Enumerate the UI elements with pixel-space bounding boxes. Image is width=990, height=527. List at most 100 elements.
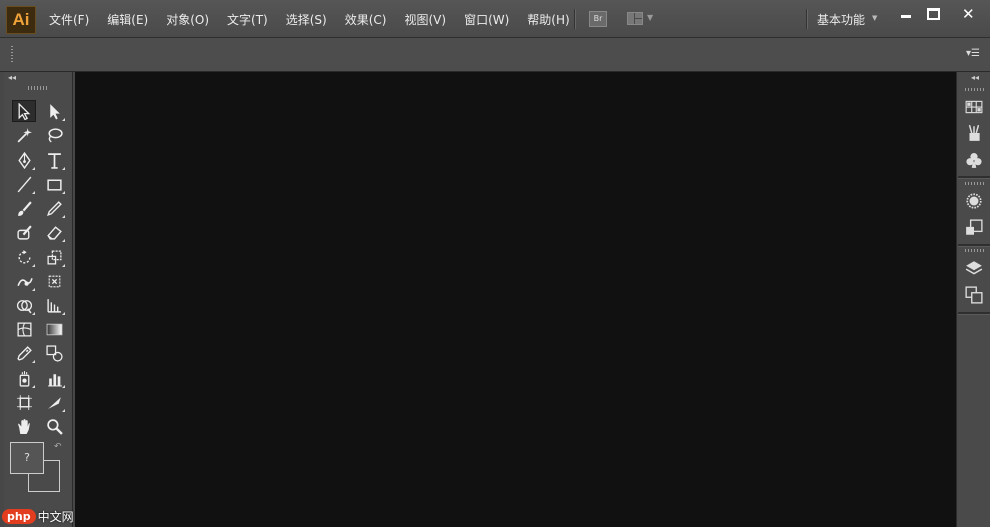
close-button[interactable]: ✕ — [948, 4, 988, 23]
warp-tool[interactable] — [12, 270, 36, 292]
panel-grip[interactable] — [965, 249, 985, 252]
eraser-tool[interactable] — [42, 221, 66, 243]
symbol-sprayer-tool[interactable] — [12, 367, 36, 389]
site-watermark: php 中文网 — [2, 506, 74, 526]
menu-window[interactable]: 窗口(W) — [455, 11, 518, 28]
slice-knife-icon — [47, 396, 61, 409]
stroke-panel-button[interactable] — [963, 190, 985, 212]
tools-panel: ◂◂ ? ↶ — [4, 72, 73, 527]
perspective-grid-tool[interactable] — [42, 294, 66, 316]
close-icon: ✕ — [962, 5, 975, 23]
right-panel-dock: ◂◂ — [956, 72, 990, 527]
hand-icon — [17, 418, 30, 434]
rectangle-tool[interactable] — [42, 173, 66, 195]
zoom-tool[interactable] — [42, 415, 66, 437]
appearance-icon — [966, 219, 983, 235]
panel-grip[interactable] — [965, 88, 985, 91]
artboard-tool[interactable] — [12, 391, 36, 413]
artboards-panel-button[interactable] — [963, 284, 985, 306]
magic-wand-icon — [17, 127, 32, 142]
gradient-tool[interactable] — [42, 318, 66, 340]
mesh-icon — [16, 321, 32, 337]
panel-menu-icon[interactable]: ▾☰ — [966, 48, 980, 59]
rotate-tool[interactable] — [12, 246, 36, 268]
rotate-icon — [18, 249, 31, 263]
watermark-text: 中文网 — [37, 509, 74, 524]
panel-grip[interactable] — [28, 86, 48, 90]
panel-grip[interactable] — [965, 182, 985, 185]
control-bar-grip[interactable] — [11, 46, 13, 64]
line-segment-tool[interactable] — [12, 173, 36, 195]
mesh-tool[interactable] — [12, 318, 36, 340]
bridge-button[interactable]: Br — [589, 11, 607, 27]
minimize-button[interactable] — [893, 4, 921, 22]
lasso-tool[interactable] — [42, 124, 66, 146]
scale-icon — [46, 249, 62, 265]
menu-file[interactable]: 文件(F) — [40, 11, 98, 28]
menu-select[interactable]: 选择(S) — [277, 11, 336, 28]
pen-nib-icon — [17, 151, 31, 169]
paintbrush-tool[interactable] — [12, 197, 36, 219]
paintbrush-icon — [17, 200, 32, 216]
column-graph-tool[interactable] — [42, 367, 66, 389]
pencil-tool[interactable] — [42, 197, 66, 219]
fill-swatch[interactable]: ? — [10, 442, 44, 474]
document-canvas[interactable] — [75, 72, 956, 527]
line-segment-icon — [17, 176, 31, 192]
free-transform-tool[interactable] — [42, 270, 66, 292]
blend-tool[interactable] — [42, 342, 66, 364]
workspace-switcher[interactable]: 基本功能 — [817, 11, 865, 28]
brushes-panel-button[interactable] — [963, 122, 985, 144]
slice-tool[interactable] — [42, 391, 66, 413]
magic-wand-tool[interactable] — [12, 124, 36, 146]
menu-edit[interactable]: 编辑(E) — [98, 11, 157, 28]
swatches-icon — [965, 100, 983, 114]
panel-divider — [958, 312, 990, 315]
pencil-icon — [46, 200, 62, 216]
blob-brush-tool[interactable] — [12, 221, 36, 243]
maximize-icon — [927, 8, 940, 20]
menu-type[interactable]: 文字(T) — [218, 11, 277, 28]
layers-panel-button[interactable] — [963, 257, 985, 279]
layers-icon — [965, 261, 983, 275]
symbols-panel-button[interactable] — [963, 149, 985, 171]
menu-help[interactable]: 帮助(H) — [518, 11, 578, 28]
blob-brush-icon — [16, 224, 32, 240]
scale-tool[interactable] — [42, 246, 66, 268]
free-transform-icon — [48, 275, 60, 287]
selection-tool[interactable] — [12, 100, 36, 122]
pen-tool[interactable] — [12, 149, 36, 171]
menu-effect[interactable]: 效果(C) — [336, 11, 396, 28]
shape-builder-icon — [16, 299, 32, 313]
watermark-badge: php — [2, 508, 36, 524]
eyedropper-tool[interactable] — [12, 342, 36, 364]
eyedropper-icon — [16, 345, 32, 361]
symbol-sprayer-icon — [19, 370, 29, 387]
swap-fill-stroke-icon[interactable]: ↶ — [54, 442, 62, 452]
panel-divider — [958, 176, 990, 179]
column-graph-icon — [47, 373, 62, 386]
transparency-panel-button[interactable] — [963, 217, 985, 239]
arrange-grid-icon — [627, 12, 643, 25]
blend-icon — [45, 344, 63, 362]
chevron-down-icon[interactable]: ▼ — [872, 14, 877, 22]
menu-view[interactable]: 视图(V) — [395, 11, 455, 28]
swatches-panel-button[interactable] — [963, 96, 985, 118]
expand-panels-icon[interactable]: ◂◂ — [971, 73, 979, 82]
gradient-icon — [46, 323, 62, 335]
type-tool[interactable] — [42, 149, 66, 171]
artboard-icon — [16, 394, 32, 410]
maximize-button[interactable] — [920, 4, 948, 22]
perspective-grid-icon — [46, 298, 61, 313]
menu-separator — [574, 9, 575, 29]
type-t-icon — [47, 152, 61, 169]
arrange-documents-button[interactable]: ▼ — [627, 11, 657, 27]
menu-separator — [806, 9, 807, 29]
direct-selection-tool[interactable] — [42, 100, 66, 122]
shape-builder-tool[interactable] — [12, 294, 36, 316]
main-menu: 文件(F) 编辑(E) 对象(O) 文字(T) 选择(S) 效果(C) 视图(V… — [40, 0, 579, 38]
menu-object[interactable]: 对象(O) — [157, 11, 218, 28]
hand-tool[interactable] — [12, 415, 36, 437]
selection-arrow-icon — [18, 102, 30, 120]
collapse-panel-icon[interactable]: ◂◂ — [8, 73, 16, 82]
